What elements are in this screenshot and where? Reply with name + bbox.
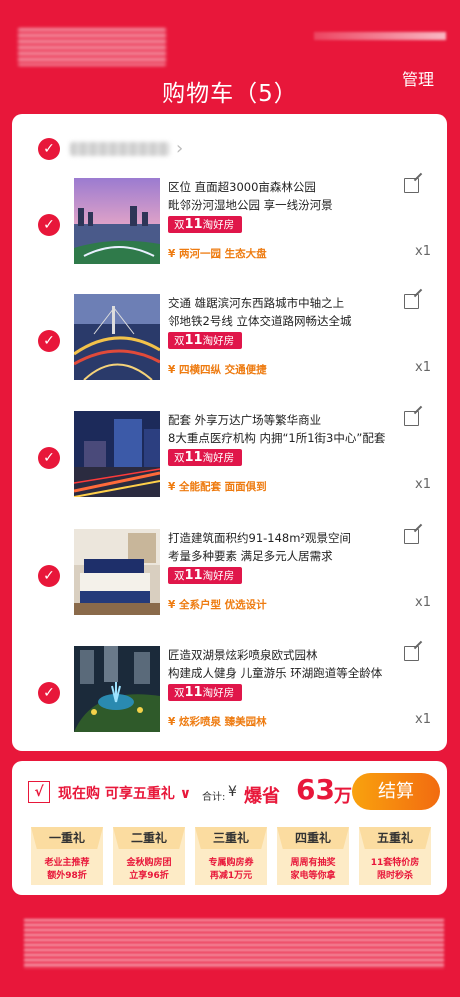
item-check-icon[interactable]: ✓ bbox=[38, 447, 60, 469]
edit-icon[interactable] bbox=[404, 646, 419, 661]
edit-icon[interactable] bbox=[404, 529, 419, 544]
edit-icon[interactable] bbox=[404, 411, 419, 426]
checkout-bar: √ 现在购 可享五重礼 ∨ 合计: ¥ 爆省 63 万 结算 一重礼 老业主推荐… bbox=[12, 761, 447, 895]
double11-badge: 双11淘好房 bbox=[168, 216, 242, 233]
promo-dropdown[interactable]: 现在购 可享五重礼 ∨ bbox=[58, 783, 191, 803]
item-thumbnail bbox=[74, 529, 160, 615]
shop-row[interactable]: ✓ › bbox=[38, 138, 238, 162]
gift-card: 五重礼 11套特价房 限时秒杀 bbox=[359, 827, 431, 885]
item-quantity: x1 bbox=[415, 360, 431, 375]
item-tag: ¥ 两河一园 生态大盘 bbox=[168, 248, 267, 260]
double11-badge: 双11淘好房 bbox=[168, 449, 242, 466]
item-description: 打造建筑面积约91-148m²观景空间 考量多种要素 满足多元人居需求 bbox=[168, 531, 352, 563]
item-quantity: x1 bbox=[415, 712, 431, 727]
item-thumbnail bbox=[74, 411, 160, 497]
double11-badge: 双11淘好房 bbox=[168, 684, 242, 701]
gift-list: 一重礼 老业主推荐 额外98折 二重礼 金秋购房团 立享96折 三重礼 专属购房… bbox=[24, 827, 437, 887]
cart-item[interactable]: ✓ 交通 雄踞滨河东西路城市中轴之上 邻地铁2号线 立体交道路网畅达全城 双11… bbox=[12, 294, 447, 394]
item-description: 交通 雄踞滨河东西路城市中轴之上 邻地铁2号线 立体交道路网畅达全城 bbox=[168, 296, 352, 328]
header-blurred-logo bbox=[18, 28, 166, 66]
double11-badge: 双11淘好房 bbox=[168, 567, 242, 584]
shop-name-blurred bbox=[70, 142, 170, 156]
gift-card: 三重礼 专属购房券 再减1万元 bbox=[195, 827, 267, 885]
cart-item[interactable]: ✓ 区位 直面超3000亩森林公园 毗邻汾河湿地公园 享一线汾河景 双11淘好房… bbox=[12, 178, 447, 278]
item-quantity: x1 bbox=[415, 477, 431, 492]
cart-item[interactable]: ✓ 配套 外享万达广场等繁华商业 8大重点医疗机构 内拥“1所1街3中心”配套 … bbox=[12, 411, 447, 511]
header-blurred-strip bbox=[314, 32, 446, 40]
item-check-icon[interactable]: ✓ bbox=[38, 565, 60, 587]
item-quantity: x1 bbox=[415, 595, 431, 610]
item-tag: ¥ 全系户型 优选设计 bbox=[168, 599, 267, 611]
item-tag: ¥ 全能配套 面面俱到 bbox=[168, 481, 267, 493]
gift-card: 一重礼 老业主推荐 额外98折 bbox=[31, 827, 103, 885]
edit-icon[interactable] bbox=[404, 178, 419, 193]
item-thumbnail bbox=[74, 294, 160, 380]
item-check-icon[interactable]: ✓ bbox=[38, 330, 60, 352]
chevron-down-icon: ∨ bbox=[179, 786, 192, 802]
item-check-icon[interactable]: ✓ bbox=[38, 682, 60, 704]
item-quantity: x1 bbox=[415, 244, 431, 259]
cart-item[interactable]: ✓ 打造建筑面积约91-148m²观景空间 考量多种要素 满足多元人居需求 双1… bbox=[12, 529, 447, 629]
footer-blurred-banner bbox=[24, 919, 444, 969]
item-description: 配套 外享万达广场等繁华商业 8大重点医疗机构 内拥“1所1街3中心”配套 bbox=[168, 413, 386, 445]
edit-icon[interactable] bbox=[404, 294, 419, 309]
page-title: 购物车（5） bbox=[162, 81, 298, 107]
item-thumbnail bbox=[74, 646, 160, 732]
item-description: 区位 直面超3000亩森林公园 毗邻汾河湿地公园 享一线汾河景 bbox=[168, 180, 333, 212]
total-unit: 万 bbox=[334, 786, 352, 807]
total-save-label: 爆省 bbox=[244, 786, 280, 807]
total-amount: 63 bbox=[296, 773, 335, 806]
item-tag: ¥ 四横四纵 交通便捷 bbox=[168, 364, 267, 376]
cart-item[interactable]: ✓ 匠造双湖景炫彩喷泉欧式园林 构建成人健身 儿童游乐 环湖跑道等全龄体验空间 … bbox=[12, 646, 447, 746]
gift-card: 四重礼 周周有抽奖 家电等你拿 bbox=[277, 827, 349, 885]
checkout-button[interactable]: 结算 bbox=[352, 773, 440, 810]
item-tag: ¥ 炫彩喷泉 臻美园林 bbox=[168, 716, 267, 728]
total-currency: ¥ bbox=[228, 784, 237, 800]
chevron-right-icon: › bbox=[176, 138, 184, 159]
gift-card: 二重礼 金秋购房团 立享96折 bbox=[113, 827, 185, 885]
item-check-icon[interactable]: ✓ bbox=[38, 214, 60, 236]
shop-check-icon[interactable]: ✓ bbox=[38, 138, 60, 160]
select-all-check-icon[interactable]: √ bbox=[28, 781, 50, 803]
manage-button[interactable]: 管理 bbox=[402, 66, 434, 90]
item-thumbnail bbox=[74, 178, 160, 264]
total-label: 合计: bbox=[202, 792, 226, 803]
cart-card: ✓ › ✓ 区位 直面超3000亩森林公园 毗邻汾河湿地公园 享一线汾河景 双1… bbox=[12, 114, 447, 751]
double11-badge: 双11淘好房 bbox=[168, 332, 242, 349]
